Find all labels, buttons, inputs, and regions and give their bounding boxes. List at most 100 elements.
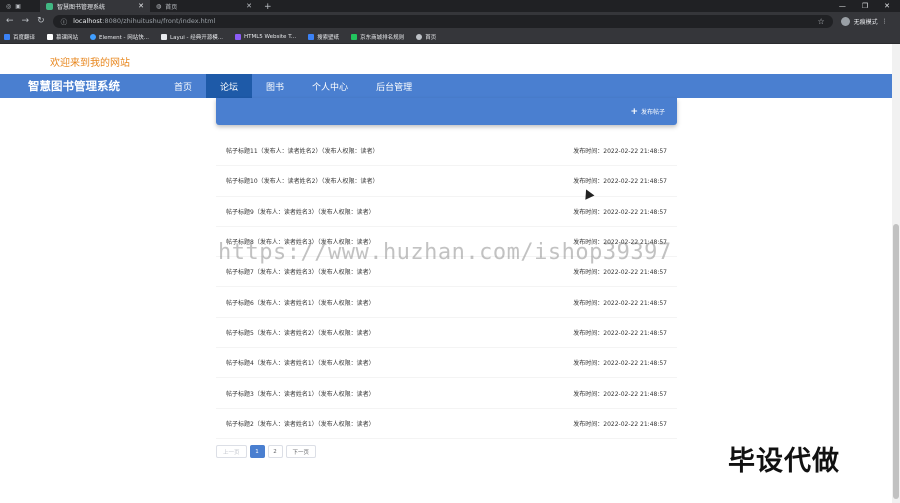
window-controls: — ❐ ✕ bbox=[839, 2, 900, 10]
nav-item-books[interactable]: 图书 bbox=[252, 74, 298, 98]
plus-icon: + bbox=[630, 106, 638, 117]
publish-post-button[interactable]: + 发布帖子 bbox=[630, 107, 665, 116]
post-row[interactable]: 帖子标题2（发布人：读者姓名1）（发布人权限：读者） 发布时间：2022-02-2… bbox=[216, 409, 677, 439]
browser-tab-active[interactable]: 智慧图书管理系统 ✕ bbox=[40, 0, 150, 12]
post-row[interactable]: 帖子标题6（发布人：读者姓名1）（发布人权限：读者） 发布时间：2022-02-2… bbox=[216, 287, 677, 318]
welcome-text: 欢迎来到我的网站 bbox=[50, 58, 130, 69]
profile-button[interactable]: 无痕模式 ⋮ bbox=[840, 16, 888, 26]
scrollbar-thumb[interactable] bbox=[893, 224, 899, 499]
bookmark-item[interactable]: 京东商城排名规则 bbox=[351, 33, 404, 41]
bookmark-label: Element - 网站快... bbox=[99, 34, 150, 41]
bookmark-label: Layui - 经典开源模... bbox=[170, 34, 223, 41]
forward-icon[interactable]: → bbox=[22, 16, 30, 26]
url-path: :8080/zhihuitushu/front/index.html bbox=[102, 17, 216, 25]
info-icon[interactable]: ⓘ bbox=[61, 16, 68, 26]
post-title: 帖子标题5（发布人：读者姓名2）（发布人权限：读者） bbox=[226, 329, 375, 337]
incognito-icon bbox=[840, 16, 850, 26]
post-row[interactable]: 帖子标题5（发布人：读者姓名2）（发布人权限：读者） 发布时间：2022-02-2… bbox=[216, 318, 677, 349]
pagination: 上一页 1 2 下一页 bbox=[216, 445, 317, 458]
url-host: localhost bbox=[73, 17, 103, 25]
browser-toolbar: ← → ↻ ⓘ localhost:8080/zhihuitushu/front… bbox=[0, 12, 900, 30]
site-brand: 智慧图书管理系统 bbox=[28, 79, 120, 93]
post-time: 发布时间：2022-02-22 21:48:57 bbox=[573, 269, 667, 277]
bookmark-icon bbox=[234, 33, 241, 40]
post-row[interactable]: 帖子标题4（发布人：读者姓名1）（发布人权限：读者） 发布时间：2022-02-2… bbox=[216, 348, 677, 379]
close-window-icon[interactable]: ✕ bbox=[884, 2, 890, 10]
bookmark-label: 百度翻译 bbox=[13, 34, 36, 41]
post-time: 发布时间：2022-02-22 21:48:57 bbox=[573, 420, 667, 428]
bookmark-label: 首页 bbox=[425, 34, 437, 41]
close-icon[interactable]: ✕ bbox=[246, 2, 252, 10]
nav-item-forum[interactable]: 论坛 bbox=[206, 74, 253, 98]
bookmark-item[interactable]: 首页 bbox=[416, 33, 436, 41]
bookmark-icon bbox=[47, 33, 54, 40]
bookmark-item[interactable]: Layui - 经典开源模... bbox=[161, 33, 223, 41]
watermark-text: https://www.huzhan.com/ishop39397 bbox=[218, 240, 672, 265]
bookmarks-bar: 百度翻译 慕课网站 Element - 网站快... Layui - 经典开源模… bbox=[0, 30, 900, 44]
post-list: 帖子标题11（发布人：读者姓名2）（发布人权限：读者） 发布时间：2022-02-… bbox=[216, 136, 677, 439]
post-row[interactable]: 帖子标题10（发布人：读者姓名2）（发布人权限：读者） 发布时间：2022-02-… bbox=[216, 166, 677, 197]
menu-dots-icon[interactable]: ⋮ bbox=[882, 18, 888, 25]
next-page-button[interactable]: 下一页 bbox=[285, 445, 317, 458]
post-time: 发布时间：2022-02-22 21:48:57 bbox=[573, 178, 667, 186]
tab-label: 首页 bbox=[165, 3, 178, 11]
bookmark-item[interactable]: 慕课网站 bbox=[47, 33, 78, 41]
forum-header-bar: + 发布帖子 bbox=[216, 98, 677, 125]
bookmark-item[interactable]: Element - 网站快... bbox=[90, 33, 149, 41]
bookmark-item[interactable]: 搜索壁纸 bbox=[308, 33, 339, 41]
post-time: 发布时间：2022-02-22 21:48:57 bbox=[573, 360, 667, 368]
promo-stamp-text: 毕设代做 bbox=[728, 446, 840, 477]
bookmark-icon bbox=[308, 33, 315, 40]
post-time: 发布时间：2022-02-22 21:48:57 bbox=[573, 148, 667, 156]
nav-item-admin[interactable]: 后台管理 bbox=[362, 74, 426, 98]
post-title: 帖子标题11（发布人：读者姓名2）（发布人权限：读者） bbox=[226, 148, 379, 156]
reload-icon[interactable]: ↻ bbox=[37, 16, 45, 26]
profile-label: 无痕模式 bbox=[853, 18, 878, 26]
address-bar[interactable]: ⓘ localhost:8080/zhihuitushu/front/index… bbox=[52, 14, 833, 28]
bookmark-icon bbox=[90, 33, 97, 40]
tab-label: 智慧图书管理系统 bbox=[57, 3, 106, 11]
post-row[interactable]: 帖子标题11（发布人：读者姓名2）（发布人权限：读者） 发布时间：2022-02-… bbox=[216, 136, 677, 167]
site-navbar: 智慧图书管理系统 首页 论坛 图书 个人中心 后台管理 bbox=[0, 74, 892, 98]
post-row[interactable]: 帖子标题3（发布人：读者姓名1）（发布人权限：读者） 发布时间：2022-02-2… bbox=[216, 378, 677, 409]
post-title: 帖子标题7（发布人：读者姓名3）（发布人权限：读者） bbox=[226, 269, 375, 277]
post-title: 帖子标题6（发布人：读者姓名1）（发布人权限：读者） bbox=[226, 299, 375, 307]
chrome-icon: ◎ bbox=[6, 2, 12, 10]
vue-icon bbox=[46, 2, 53, 10]
post-row[interactable]: 帖子标题9（发布人：读者姓名3）（发布人权限：读者） 发布时间：2022-02-2… bbox=[216, 197, 677, 227]
bookmark-label: 京东商城排名规则 bbox=[360, 34, 405, 41]
bookmark-item[interactable]: 百度翻译 bbox=[4, 33, 35, 41]
bookmark-icon bbox=[161, 33, 168, 40]
page-button-2[interactable]: 2 bbox=[267, 445, 283, 458]
bookmark-star-icon[interactable]: ☆ bbox=[817, 17, 824, 26]
bookmark-label: 搜索壁纸 bbox=[317, 34, 340, 41]
browser-tab-bar: ◎ ▣ 智慧图书管理系统 ✕ ◍ 首页 ✕ + — ❐ ✕ bbox=[0, 0, 900, 12]
post-title: 帖子标题2（发布人：读者姓名1）（发布人权限：读者） bbox=[226, 420, 375, 428]
post-time: 发布时间：2022-02-22 21:48:57 bbox=[573, 208, 667, 216]
page-scrollbar[interactable] bbox=[892, 44, 900, 503]
nav-item-home[interactable]: 首页 bbox=[160, 74, 206, 98]
bookmark-label: 慕课网站 bbox=[56, 34, 79, 41]
page-button-1[interactable]: 1 bbox=[249, 445, 265, 458]
browser-tab[interactable]: ◍ 首页 ✕ bbox=[150, 0, 258, 12]
post-title: 帖子标题10（发布人：读者姓名2）（发布人权限：读者） bbox=[226, 178, 379, 186]
bookmark-icon bbox=[351, 33, 358, 40]
page-viewport: 欢迎来到我的网站 智慧图书管理系统 首页 论坛 图书 个人中心 后台管理 + 发… bbox=[0, 44, 892, 503]
close-icon[interactable]: ✕ bbox=[138, 2, 144, 10]
bookmark-icon bbox=[4, 33, 10, 40]
prev-page-button[interactable]: 上一页 bbox=[216, 445, 247, 458]
globe-icon: ◍ bbox=[156, 2, 162, 10]
post-time: 发布时间：2022-02-22 21:48:57 bbox=[573, 299, 667, 307]
publish-post-label: 发布帖子 bbox=[640, 109, 665, 116]
restore-icon[interactable]: ❐ bbox=[862, 2, 868, 10]
square-icon: ▣ bbox=[15, 2, 21, 10]
back-icon[interactable]: ← bbox=[6, 16, 14, 26]
new-tab-button[interactable]: + bbox=[258, 2, 278, 12]
post-title: 帖子标题9（发布人：读者姓名3）（发布人权限：读者） bbox=[226, 208, 375, 216]
bookmark-label: HTML5 Website T... bbox=[243, 33, 297, 40]
post-title: 帖子标题3（发布人：读者姓名1）（发布人权限：读者） bbox=[226, 390, 375, 398]
bookmark-item[interactable]: HTML5 Website T... bbox=[234, 33, 297, 40]
browser-menu[interactable]: ◎ ▣ bbox=[0, 0, 40, 12]
minimize-icon[interactable]: — bbox=[839, 2, 846, 10]
nav-item-profile[interactable]: 个人中心 bbox=[298, 74, 362, 98]
